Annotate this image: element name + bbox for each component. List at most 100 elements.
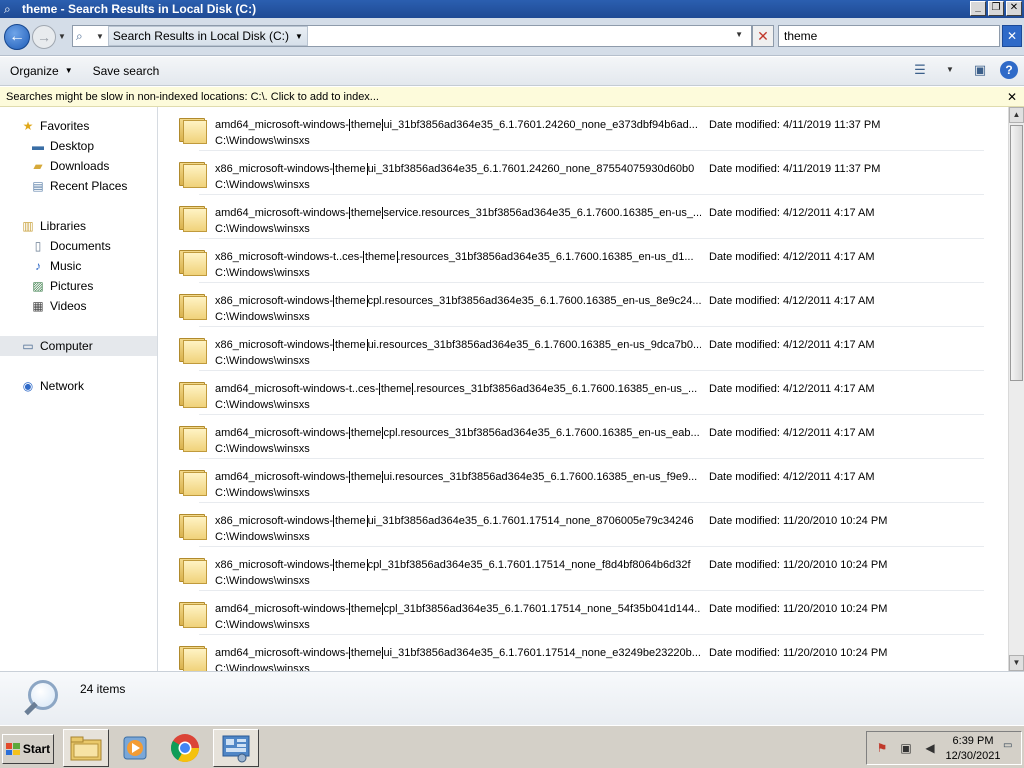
result-row[interactable]: x86_microsoft-windows-t..ces-theme .resou… <box>159 239 1008 283</box>
vertical-scrollbar[interactable]: ▲ ▼ <box>1008 107 1024 671</box>
chevron-down-icon: ▼ <box>64 66 73 75</box>
system-tray: ⚑ ▣ ◀ 6:39 PM 12/30/2021 ▭ <box>866 731 1022 765</box>
scroll-thumb[interactable] <box>1010 125 1023 381</box>
restore-button[interactable]: ❐ <box>988 1 1004 16</box>
nav-network[interactable]: ◉ Network <box>0 376 157 396</box>
volume-icon[interactable]: ◀ <box>921 739 939 757</box>
result-row[interactable]: x86_microsoft-windows-theme cpl.resources… <box>159 283 1008 327</box>
nav-music[interactable]: ♪ Music <box>0 256 157 276</box>
result-row[interactable]: amd64_microsoft-windows-theme service.res… <box>159 195 1008 239</box>
result-row[interactable]: amd64_microsoft-windows-theme ui.resource… <box>159 459 1008 503</box>
result-path: C:\Windows\winsxs <box>215 179 310 191</box>
search-highlight: theme <box>348 427 384 439</box>
explorer-folder-icon <box>70 736 102 761</box>
show-desktop-icon[interactable]: ▭ <box>1003 740 1017 756</box>
taskbar-control-panel[interactable] <box>213 729 259 767</box>
nav-documents[interactable]: ▯ Documents <box>0 236 157 256</box>
result-row[interactable]: amd64_microsoft-windows-theme ui_31bf3856… <box>159 107 1008 151</box>
navigation-pane: ★ Favorites ▬ Desktop ▰ Downloads ▤ Rece… <box>0 107 158 671</box>
taskbar-media-player[interactable] <box>112 729 158 767</box>
result-name-suffix: ui_31bf3856ad364e35_6.1.7601.17514_none_… <box>367 515 694 527</box>
chevron-down-icon[interactable]: ▼ <box>96 32 104 41</box>
nav-videos[interactable]: ▦ Videos <box>0 296 157 316</box>
minimize-button[interactable]: _ <box>970 1 986 16</box>
taskbar-chrome[interactable] <box>162 729 208 767</box>
search-input[interactable]: theme <box>778 25 1000 47</box>
result-name-suffix: ui.resources_31bf3856ad364e35_6.1.7600.1… <box>383 471 698 483</box>
result-row[interactable]: amd64_microsoft-windows-t..ces-theme .res… <box>159 371 1008 415</box>
organize-button[interactable]: Organize ▼ <box>0 60 83 82</box>
result-name-suffix: service.resources_31bf3856ad364e35_6.1.7… <box>383 207 701 219</box>
result-name-prefix: x86_microsoft-windows- <box>215 559 333 571</box>
nav-favorites[interactable]: ★ Favorites <box>0 116 157 136</box>
result-row[interactable]: amd64_microsoft-windows-theme cpl.resourc… <box>159 415 1008 459</box>
search-highlight: theme <box>348 647 384 659</box>
result-row[interactable]: amd64_microsoft-windows-theme cpl_31bf385… <box>159 591 1008 635</box>
result-row[interactable]: amd64_microsoft-windows-theme ui_31bf3856… <box>159 635 1008 671</box>
nav-pictures[interactable]: ▨ Pictures <box>0 276 157 296</box>
result-name: amd64_microsoft-windows-theme cpl_31bf385… <box>215 603 701 615</box>
back-button[interactable]: ← <box>4 24 30 50</box>
address-history-dropdown[interactable]: ▼ <box>735 30 743 39</box>
forward-button[interactable]: → <box>32 25 56 49</box>
chevron-down-icon[interactable]: ▼ <box>295 32 303 41</box>
network-status-icon[interactable]: ▣ <box>897 739 915 757</box>
search-highlight: theme <box>332 515 368 527</box>
change-view-icon[interactable]: ☰ <box>910 60 930 80</box>
documents-icon: ▯ <box>34 239 42 253</box>
result-row[interactable]: x86_microsoft-windows-theme cpl_31bf3856a… <box>159 547 1008 591</box>
save-search-button[interactable]: Save search <box>83 60 170 82</box>
address-bar[interactable]: ⌕ ▼ Search Results in Local Disk (C:) ▼ … <box>72 25 752 47</box>
result-date-modified: Date modified: 4/12/2011 4:17 AM <box>709 471 875 483</box>
action-center-icon[interactable]: ⚑ <box>873 739 891 757</box>
nav-downloads[interactable]: ▰ Downloads <box>0 156 157 176</box>
folder-icon <box>179 336 207 364</box>
stop-search-button[interactable]: ✕ <box>752 25 774 47</box>
result-name-prefix: x86_microsoft-windows- <box>215 163 333 175</box>
music-icon: ♪ <box>35 259 41 273</box>
scroll-down-button[interactable]: ▼ <box>1009 655 1024 671</box>
result-path: C:\Windows\winsxs <box>215 311 310 323</box>
nav-recent-places[interactable]: ▤ Recent Places <box>0 176 157 196</box>
nav-label: Computer <box>40 339 93 353</box>
control-panel-icon <box>222 735 250 763</box>
result-name-prefix: amd64_microsoft-windows-t..ces- <box>215 383 379 395</box>
close-icon[interactable]: ✕ <box>1007 87 1017 107</box>
taskbar-explorer[interactable] <box>63 729 109 767</box>
preview-pane-icon[interactable]: ▣ <box>970 60 990 80</box>
folder-icon <box>179 116 207 144</box>
nav-label: Documents <box>50 239 111 253</box>
title-bar[interactable]: ⌕ theme - Search Results in Local Disk (… <box>0 0 1024 18</box>
clear-search-button[interactable]: ✕ <box>1002 25 1022 47</box>
result-name-prefix: x86_microsoft-windows- <box>215 339 333 351</box>
result-date-modified: Date modified: 4/12/2011 4:17 AM <box>709 427 875 439</box>
scroll-up-button[interactable]: ▲ <box>1009 107 1024 123</box>
nav-label: Videos <box>50 299 87 313</box>
clock-time: 6:39 PM <box>952 735 994 747</box>
recent-pages-dropdown[interactable]: ▼ <box>58 30 68 44</box>
result-row[interactable]: x86_microsoft-windows-theme ui_31bf3856ad… <box>159 151 1008 195</box>
clock[interactable]: 6:39 PM 12/30/2021 <box>943 734 1003 764</box>
nav-computer[interactable]: ▭ Computer <box>0 336 157 356</box>
result-row[interactable]: x86_microsoft-windows-theme ui_31bf3856ad… <box>159 503 1008 547</box>
search-highlight: theme <box>348 119 384 131</box>
downloads-folder-icon: ▰ <box>33 159 43 173</box>
result-name-suffix: ui_31bf3856ad364e35_6.1.7601.24260_none_… <box>367 163 695 175</box>
view-options-dropdown[interactable]: ▼ <box>940 60 960 80</box>
save-search-label: Save search <box>92 64 160 78</box>
help-icon[interactable]: ? <box>1000 61 1018 79</box>
search-highlight: theme <box>332 559 368 571</box>
start-label: Start <box>22 742 51 756</box>
breadcrumb[interactable]: Search Results in Local Disk (C:) ▼ <box>107 26 308 46</box>
result-name-suffix: cpl_31bf3856ad364e35_6.1.7601.17514_none… <box>383 603 701 615</box>
nav-libraries[interactable]: ▥ Libraries <box>0 216 157 236</box>
search-folder-icon: ⌕ <box>4 2 11 16</box>
result-row[interactable]: x86_microsoft-windows-theme ui.resources_… <box>159 327 1008 371</box>
start-button[interactable]: Start <box>2 734 54 764</box>
result-name: x86_microsoft-windows-t..ces-theme .resou… <box>215 251 701 263</box>
close-button[interactable]: ✕ <box>1006 1 1022 16</box>
index-info-bar[interactable]: Searches might be slow in non-indexed lo… <box>0 87 1024 107</box>
nav-desktop[interactable]: ▬ Desktop <box>0 136 157 156</box>
folder-icon <box>179 600 207 628</box>
result-name: x86_microsoft-windows-theme ui_31bf3856ad… <box>215 163 701 175</box>
